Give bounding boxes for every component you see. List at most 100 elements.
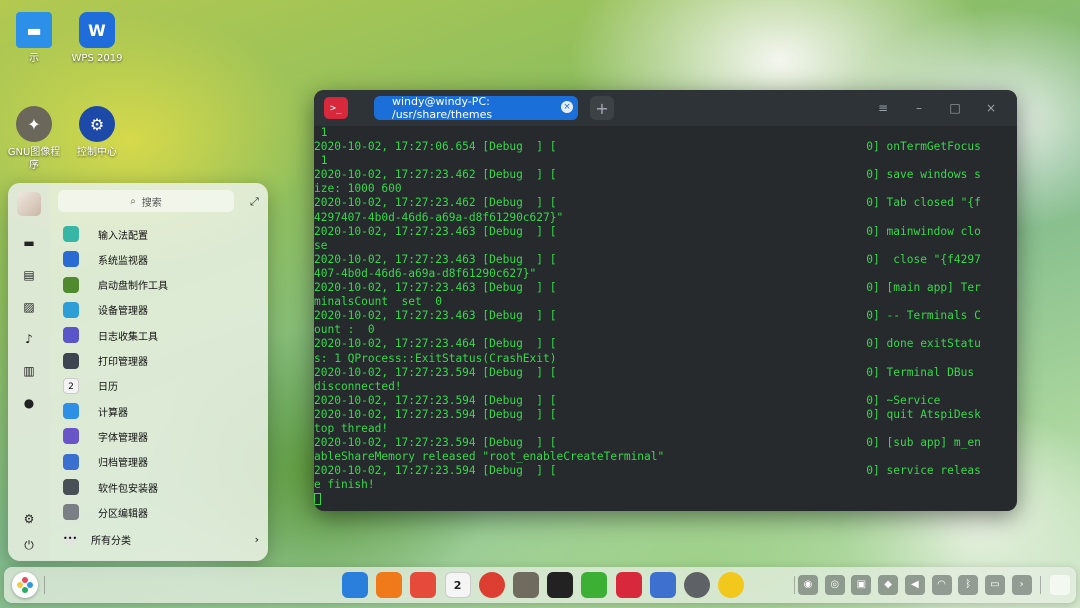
new-tab-button[interactable]: + [590, 96, 614, 120]
photos-icon[interactable] [410, 572, 437, 598]
chevron-right-icon: › [254, 532, 259, 546]
picture-icon[interactable]: ▨ [21, 299, 37, 315]
desktop-icon-label: 控制中心 [77, 147, 117, 158]
terminal-app-icon: >_ [324, 97, 348, 119]
settings-icon[interactable]: ⚙ [21, 511, 37, 527]
terminal-tab[interactable]: windy@windy-PC: /usr/share/themes × [374, 95, 578, 121]
terminal-titlebar[interactable]: >_ windy@windy-PC: /usr/share/themes × +… [314, 90, 1017, 126]
launcher-app-item[interactable]: 输入法配置 [63, 223, 263, 245]
tray-expand-icon[interactable]: › [1011, 575, 1032, 595]
close-icon[interactable]: × [973, 101, 1009, 115]
launcher-app-item[interactable]: 2 日历 [63, 375, 263, 397]
desktop-icon-wps[interactable]: W WPS 2019 [67, 12, 127, 65]
terminal-icon[interactable] [615, 572, 642, 598]
music-icon[interactable]: ♪ [21, 331, 37, 347]
player-icon[interactable] [718, 572, 745, 598]
tray-network-icon[interactable]: ◠ [931, 575, 952, 595]
terminal-line: 2020-10-02, 17:27:23.462 [Debug ] [ 0] s… [314, 168, 981, 182]
terminal-line: 2020-10-02, 17:27:23.594 [Debug ] [ 0] q… [314, 407, 981, 421]
launcher-app-item[interactable]: 设备管理器 [63, 299, 263, 321]
desktop-icon-label: 示 [29, 53, 39, 64]
launcher-app-item[interactable]: 软件包安装器 [63, 476, 263, 498]
terminal-line: 2020-10-02, 17:27:23.594 [Debug ] [ 0] s… [314, 464, 981, 478]
app-icon [63, 352, 79, 369]
maximize-icon[interactable]: □ [937, 101, 973, 115]
desktop-icon-label: GNU图像程序 [7, 147, 61, 171]
monitor-icon[interactable]: ▬ [21, 235, 37, 251]
app-icon [63, 428, 79, 445]
terminal-line: 2020-10-02, 17:27:23.463 [Debug ] [ 0] m… [314, 224, 981, 238]
search-input[interactable]: ⌕ 搜索 [58, 190, 234, 212]
app-icon [63, 251, 79, 268]
launcher-app-item[interactable]: 字体管理器 [63, 425, 263, 447]
launcher-app-item[interactable]: 打印管理器 [63, 350, 263, 372]
dock-separator [1040, 576, 1041, 594]
avatar[interactable] [17, 192, 41, 216]
dock: 2 ◉ ◎ ▣ ◆ ◀ ◠ ᛒ ▭ › [4, 567, 1076, 603]
terminal-line: ableShareMemory released "root_enableCre… [314, 450, 665, 464]
minimize-icon[interactable]: – [901, 101, 937, 115]
chrome-icon[interactable] [478, 572, 505, 598]
terminal-line: disconnected! [314, 379, 402, 393]
terminal-line: 2020-10-02, 17:27:23.594 [Debug ] [ 0] T… [314, 365, 975, 379]
search-icon: ⌕ [130, 195, 136, 207]
launcher-app-item[interactable]: 启动盘制作工具 [63, 274, 263, 296]
launcher-app-item[interactable]: 分区编辑器 [63, 501, 263, 523]
wechat-icon[interactable] [581, 572, 608, 598]
desktop-icon-folder[interactable]: ▬ 示 [4, 12, 64, 65]
app-icon [63, 479, 79, 495]
app-icon [63, 403, 79, 420]
tray-app-icon[interactable]: ◉ [798, 575, 818, 595]
terminal-line: 2020-10-02, 17:27:23.463 [Debug ] [ 0] [… [314, 281, 981, 295]
app-icon [63, 226, 79, 242]
tab-close-icon[interactable]: × [561, 101, 573, 113]
tray-battery-icon[interactable]: ▭ [984, 575, 1005, 595]
tray-bluetooth-icon[interactable]: ᛒ [958, 575, 979, 595]
launcher-button[interactable] [12, 572, 38, 598]
app-name: 设备管理器 [98, 306, 148, 318]
launcher-app-item[interactable]: 系统监视器 [63, 248, 263, 270]
terminal-line: minalsCount set 0 [314, 295, 442, 309]
terminal-output[interactable]: 1 2020-10-02, 17:27:06.654 [Debug ] [ 0] … [314, 126, 1017, 511]
tray-steam-icon[interactable]: ◎ [824, 575, 845, 595]
terminal-window[interactable]: >_ windy@windy-PC: /usr/share/themes × +… [314, 90, 1017, 511]
terminal-line: 2020-10-02, 17:27:23.594 [Debug ] [ 0] ~… [314, 393, 941, 407]
calendar-icon[interactable]: 2 [444, 572, 471, 598]
video-icon[interactable]: ▥ [21, 363, 37, 379]
gimp-icon[interactable] [513, 572, 539, 598]
tray-qq-icon[interactable]: ◆ [878, 575, 899, 595]
app-launcher: ▬ ▤ ▨ ♪ ▥ ● ⚙ ⏻ ⌕ 搜索 ⤢ 输入法配置系统监视器启动盘制作工具… [8, 183, 268, 561]
terminal-line: 1 [314, 154, 328, 168]
expand-icon[interactable]: ⤢ [250, 195, 259, 209]
launcher-app-item[interactable]: 归档管理器 [63, 451, 263, 473]
terminal-line: s: 1 QProcess::ExitStatus(CrashExit) [314, 351, 557, 365]
qq-icon[interactable] [547, 572, 574, 598]
app-market-icon[interactable] [376, 572, 403, 598]
all-categories-button[interactable]: ••• 所有分类 › [63, 529, 263, 549]
launcher-app-item[interactable]: 日志收集工具 [63, 324, 263, 346]
gimp-icon: ✦ [16, 106, 52, 142]
launcher-app-item[interactable]: 计算器 [63, 400, 263, 422]
tray-volume-icon[interactable]: ◀ [904, 575, 925, 595]
all-categories-label: 所有分类 [91, 535, 131, 547]
more-icon: ••• [63, 532, 77, 546]
app-name: 分区编辑器 [98, 508, 148, 520]
archive-icon[interactable] [649, 572, 676, 598]
app-icon [63, 276, 79, 293]
disk-icon[interactable] [684, 572, 710, 598]
dock-separator [44, 576, 45, 594]
power-icon[interactable]: ⏻ [21, 537, 37, 553]
store-icon[interactable] [342, 572, 368, 598]
tray-game-icon[interactable]: ▣ [851, 575, 872, 595]
menu-icon[interactable]: ≡ [865, 101, 901, 115]
terminal-prompt[interactable] [314, 492, 1017, 506]
launcher-sidebar: ▬ ▤ ▨ ♪ ▥ ● ⚙ ⏻ [8, 183, 50, 561]
document-icon[interactable]: ▤ [21, 267, 37, 283]
download-icon[interactable]: ● [21, 395, 37, 411]
desktop-icon-control-center[interactable]: ⚙ 控制中心 [67, 106, 127, 159]
app-name: 启动盘制作工具 [98, 281, 168, 293]
app-name: 输入法配置 [98, 230, 148, 242]
app-name: 打印管理器 [98, 357, 148, 368]
desktop-icon-gimp[interactable]: ✦ GNU图像程序 [4, 106, 64, 172]
show-desktop-icon[interactable] [1050, 575, 1070, 595]
